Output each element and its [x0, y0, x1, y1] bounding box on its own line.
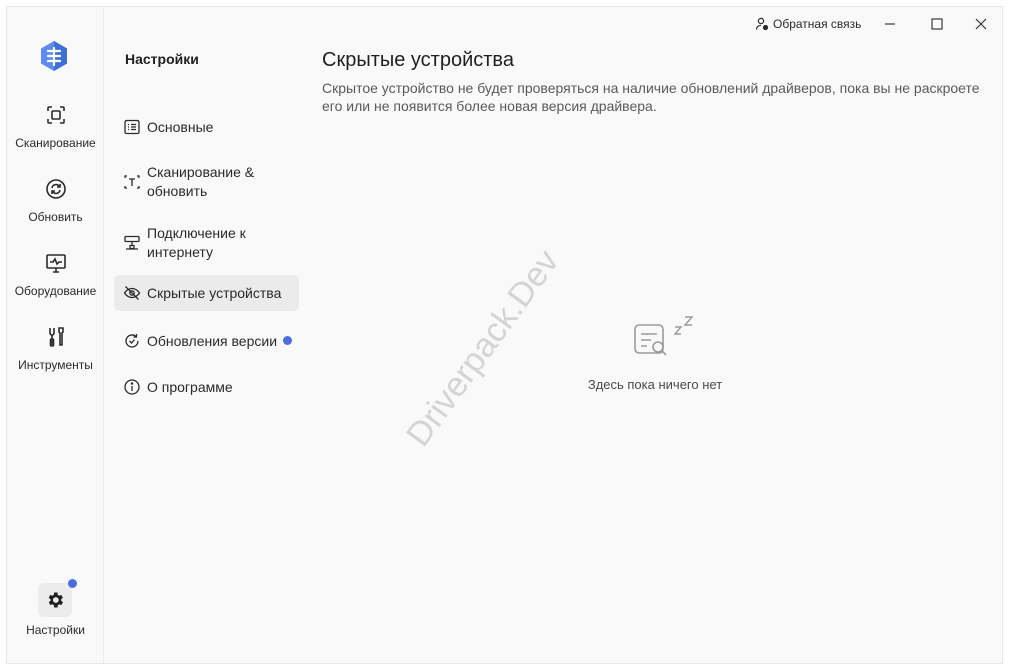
nav-item-label: Обновления версии — [147, 332, 297, 351]
minimize-icon — [885, 23, 895, 25]
rail-item-label: Оборудование — [14, 284, 97, 298]
rail-item-hardware[interactable]: Оборудование — [7, 251, 104, 311]
refresh-icon — [45, 179, 66, 199]
nav-item-about[interactable]: О программе — [114, 371, 299, 403]
nav-item-general[interactable]: Основные — [114, 111, 299, 143]
scan-icon — [46, 106, 65, 124]
version-refresh-icon — [125, 334, 139, 348]
maximize-button[interactable] — [922, 11, 952, 37]
gear-icon — [48, 592, 63, 608]
watermark: Driverpack.Dev — [399, 243, 567, 454]
page-description: Скрытое устройство не будет проверяться … — [322, 80, 980, 114]
nav-item-label: Подключение к интернету — [147, 225, 246, 260]
rail-item-tools[interactable]: Инструменты — [7, 325, 104, 385]
left-rail: Сканирование Обновить Оборудование Инстр… — [7, 7, 104, 663]
rail-item-label: Обновить — [28, 210, 83, 224]
nav-item-label: Сканирование & обновить — [147, 164, 255, 199]
close-button[interactable] — [966, 11, 996, 37]
nav-item-version-updates[interactable]: Обновления версии — [114, 325, 299, 357]
close-icon — [975, 18, 987, 30]
empty-state-icon — [634, 316, 694, 356]
page-title: Скрытые устройства — [322, 49, 514, 71]
monitor-pulse-icon — [45, 254, 66, 273]
nav-item-scan-update[interactable]: Сканирование & обновить — [114, 162, 299, 202]
notification-dot — [68, 579, 77, 588]
list-settings-icon — [124, 119, 140, 135]
nav-title: Настройки — [125, 51, 199, 67]
settings-button[interactable] — [38, 583, 72, 617]
tools-icon — [48, 327, 64, 347]
nav-item-label: Основные — [147, 118, 214, 135]
rail-item-update[interactable]: Обновить — [7, 177, 104, 237]
rail-item-label: Сканирование — [15, 136, 96, 150]
info-icon — [124, 379, 140, 395]
empty-state-text: Здесь пока ничего нет — [587, 377, 723, 392]
network-icon — [124, 235, 140, 250]
rail-item-label: Инструменты — [18, 358, 93, 372]
rail-item-scan[interactable]: Сканирование — [7, 103, 104, 163]
nav-item-label: Скрытые устройства — [147, 284, 282, 301]
scan-text-icon — [124, 175, 140, 189]
nav-item-hidden-devices[interactable]: Скрытые устройства — [114, 275, 299, 311]
feedback-user-icon — [755, 17, 769, 31]
feedback-button[interactable]: Обратная связь — [755, 15, 861, 33]
eye-off-icon — [123, 286, 141, 300]
app-logo-icon — [41, 41, 67, 71]
maximize-icon — [931, 18, 943, 30]
nav-item-internet[interactable]: Подключение к интернету — [114, 223, 299, 263]
minimize-button[interactable] — [875, 11, 905, 37]
feedback-label: Обратная связь — [773, 17, 862, 31]
update-dot — [283, 335, 293, 345]
settings-label: Настройки — [26, 623, 85, 637]
nav-item-label: О программе — [147, 378, 233, 395]
app-window: Сканирование Обновить Оборудование Инстр… — [6, 6, 1003, 664]
nav-item-label-text: Обновления версии — [147, 332, 278, 349]
